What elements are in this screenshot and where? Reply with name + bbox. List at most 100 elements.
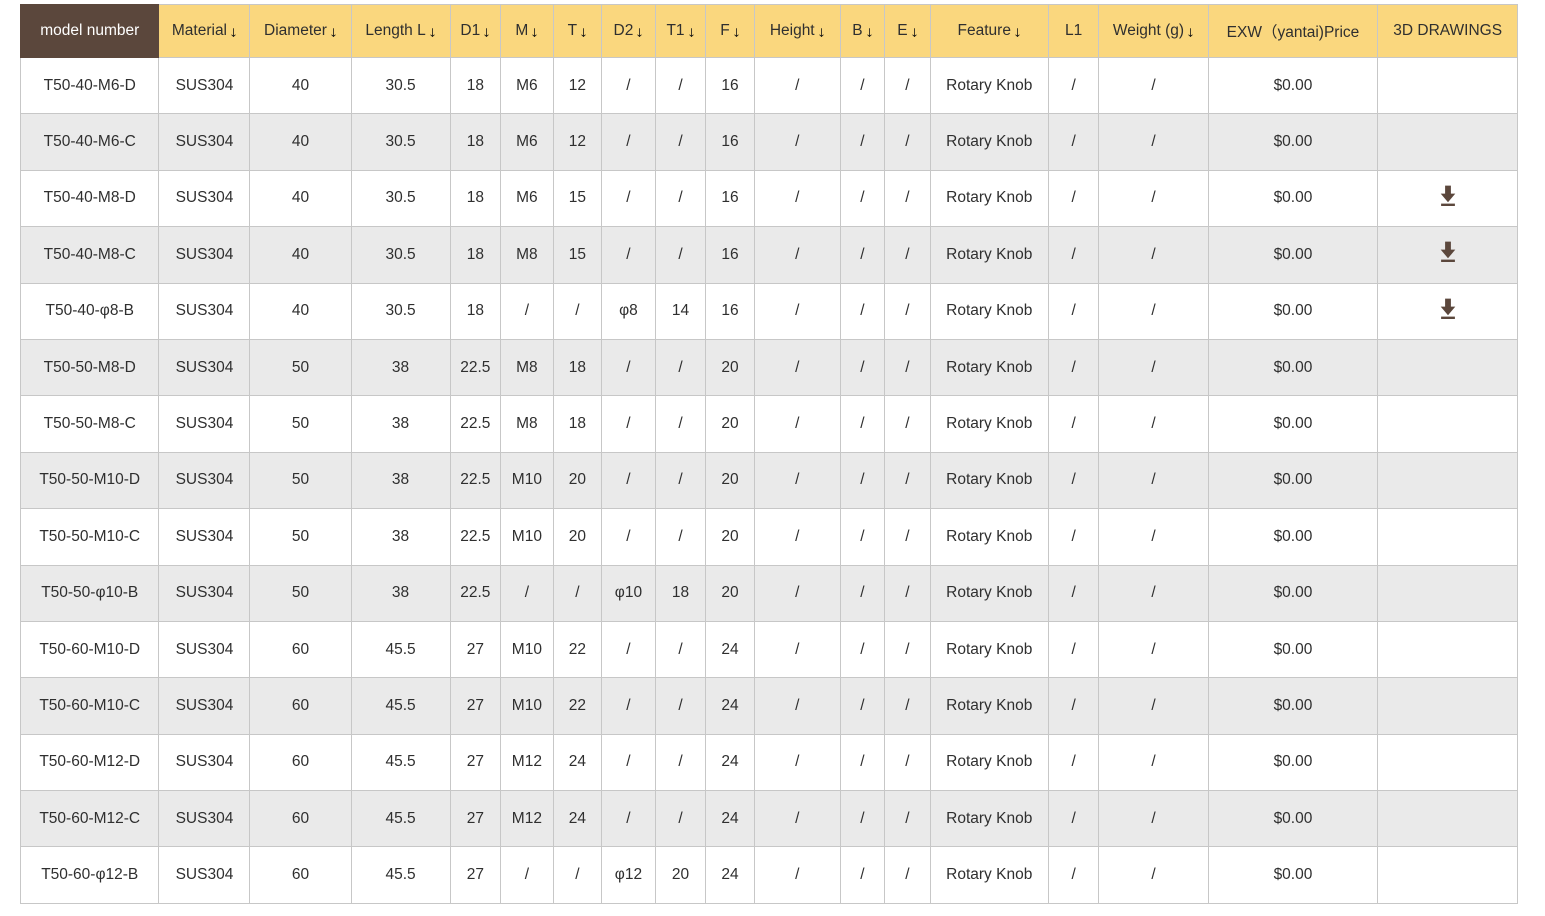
sort-descending-icon[interactable]: ↓ (732, 24, 741, 39)
download-icon[interactable] (1435, 239, 1461, 265)
column-header-d1[interactable]: D1 ↓ (449, 4, 502, 58)
cell-m: M8 (500, 338, 554, 397)
cell-t: / (552, 564, 603, 622)
cell-drawing[interactable] (1377, 226, 1518, 284)
sort-descending-icon[interactable]: ↓ (579, 24, 588, 39)
cell-dia: 40 (249, 226, 352, 284)
cell-price: $0.00 (1207, 677, 1379, 735)
cell-feature: Rotary Knob (929, 508, 1049, 566)
cell-t: 12 (552, 113, 603, 171)
cell-e: / (884, 395, 931, 453)
column-header-label: D1 (460, 22, 481, 39)
column-header-len[interactable]: Length L ↓ (350, 4, 451, 58)
table-row: T50-60-M12-D SUS304 60 45.5 27 M12 24//24// / Ro… (19, 733, 1518, 792)
cell-b: / (839, 169, 886, 228)
cell-t1: 20 (654, 846, 707, 904)
cell-d2: / (601, 508, 656, 566)
cell-weight: / (1098, 564, 1209, 622)
cell-len: 45.5 (350, 846, 451, 904)
cell-drawing (1377, 790, 1518, 848)
download-icon[interactable] (1435, 296, 1461, 322)
cell-dia: 50 (249, 338, 352, 397)
cell-price: $0.00 (1207, 56, 1379, 115)
cell-model: T50-50-M10-D (19, 451, 160, 510)
cell-t: 24 (552, 790, 603, 848)
sort-descending-icon[interactable]: ↓ (1186, 24, 1195, 39)
sort-descending-icon[interactable]: ↓ (329, 24, 338, 39)
cell-mat: SUS304 (158, 620, 251, 679)
cell-f: 24 (705, 846, 755, 904)
column-header-f[interactable]: F ↓ (705, 4, 755, 58)
cell-model: T50-40-M6-C (19, 113, 160, 171)
spec-table-container: model number Material ↓ Diameter ↓ Length L ↓ D… (19, 4, 1518, 904)
cell-mat: SUS304 (158, 733, 251, 792)
column-header-label: Material (171, 22, 228, 39)
cell-l1: / (1047, 508, 1100, 566)
cell-d2: / (601, 451, 656, 510)
cell-e: / (884, 733, 931, 792)
column-header-b[interactable]: B ↓ (839, 4, 886, 58)
cell-d2: / (601, 395, 656, 453)
column-header-dia[interactable]: Diameter ↓ (249, 4, 352, 58)
cell-len: 30.5 (350, 169, 451, 228)
column-header-t[interactable]: T ↓ (552, 4, 603, 58)
cell-t1: / (654, 733, 707, 792)
cell-e: / (884, 790, 931, 848)
empty-cell (1380, 536, 1381, 537)
column-header-label: F (720, 22, 730, 39)
sort-descending-icon[interactable]: ↓ (1013, 24, 1022, 39)
column-header-height[interactable]: Height ↓ (753, 4, 841, 58)
cell-drawing[interactable] (1377, 169, 1518, 228)
cell-t: 18 (552, 395, 603, 453)
cell-m: M8 (500, 226, 554, 284)
cell-l1: / (1047, 226, 1100, 284)
sort-descending-icon[interactable]: ↓ (864, 24, 873, 39)
cell-t1: 18 (654, 564, 707, 622)
cell-drawing[interactable] (1377, 282, 1518, 340)
cell-b: / (839, 677, 886, 735)
cell-l1: / (1047, 790, 1100, 848)
sort-descending-icon[interactable]: ↓ (686, 24, 695, 39)
column-header-m[interactable]: M ↓ (500, 4, 554, 58)
cell-dia: 40 (249, 169, 352, 228)
cell-d2: / (601, 620, 656, 679)
empty-cell (1380, 649, 1381, 650)
cell-price: $0.00 (1207, 733, 1379, 792)
sort-descending-icon[interactable]: ↓ (530, 24, 539, 39)
cell-m: M6 (500, 56, 554, 115)
cell-t1: / (654, 508, 707, 566)
empty-cell (1380, 85, 1381, 86)
cell-mat: SUS304 (158, 169, 251, 228)
cell-t: / (552, 282, 603, 340)
cell-d2: / (601, 790, 656, 848)
sort-descending-icon[interactable]: ↓ (909, 24, 918, 39)
table-row: T50-50-M10-C SUS304 50 38 22.5 M10 20//20// / Ro… (19, 508, 1518, 566)
cell-e: / (884, 226, 931, 284)
column-header-weight[interactable]: Weight (g) ↓ (1098, 4, 1209, 58)
sort-descending-icon[interactable]: ↓ (229, 24, 238, 39)
sort-descending-icon[interactable]: ↓ (635, 24, 644, 39)
download-icon[interactable] (1435, 183, 1461, 209)
cell-t1: / (654, 620, 707, 679)
cell-dia: 40 (249, 56, 352, 115)
sort-descending-icon[interactable]: ↓ (482, 24, 491, 39)
cell-len: 30.5 (350, 282, 451, 340)
cell-model: T50-50-M10-C (19, 508, 160, 566)
column-header-mat[interactable]: Material ↓ (158, 4, 251, 58)
cell-weight: / (1098, 846, 1209, 904)
cell-drawing (1377, 846, 1518, 904)
sort-descending-icon[interactable]: ↓ (816, 24, 825, 39)
column-header-t1[interactable]: T1 ↓ (654, 4, 707, 58)
column-header-label: Diameter (264, 22, 327, 39)
cell-height: / (753, 338, 841, 397)
cell-m: M12 (500, 733, 554, 792)
cell-b: / (839, 733, 886, 792)
sort-descending-icon[interactable]: ↓ (427, 24, 436, 39)
cell-d2: / (601, 56, 656, 115)
cell-feature: Rotary Knob (929, 113, 1049, 171)
column-header-feature[interactable]: Feature ↓ (929, 4, 1049, 58)
column-header-e[interactable]: E ↓ (884, 4, 931, 58)
column-header-d2[interactable]: D2 ↓ (601, 4, 656, 58)
cell-feature: Rotary Knob (929, 338, 1049, 397)
cell-height: / (753, 113, 841, 171)
